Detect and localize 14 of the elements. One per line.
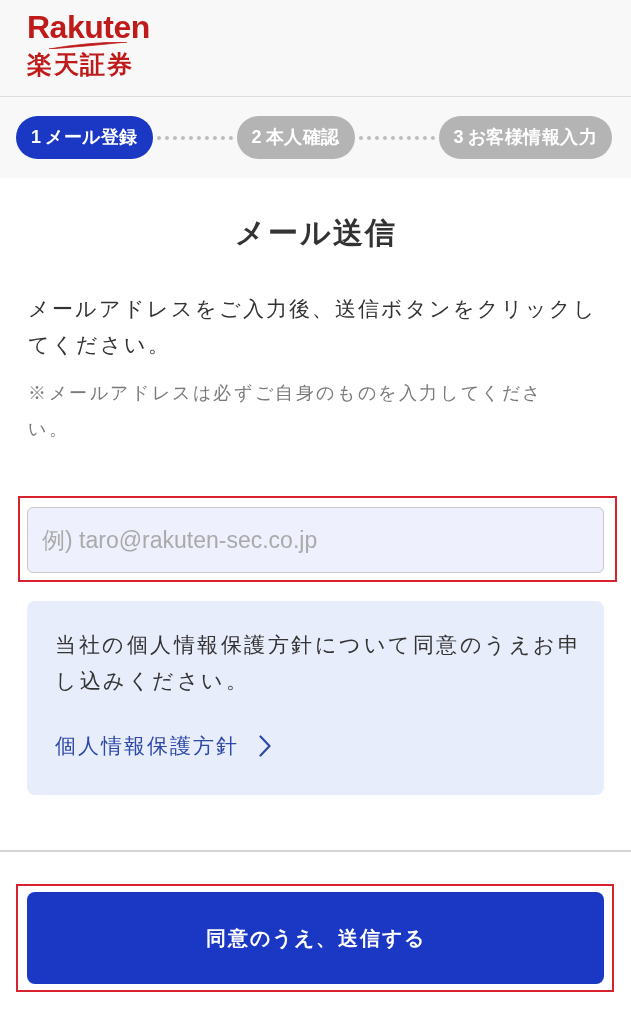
step-pill: 1 メール登録 [16,116,153,159]
submit-button[interactable]: 同意のうえ、送信する [27,892,604,984]
note-text: ※メールアドレスは必ずご自身のものを入力してください。 [28,382,544,441]
logo-subtitle: 楽天証券 [27,50,133,78]
consent-text: 当社の個人情報保護方針について同意のうえお申し込みください。 [55,632,582,694]
instructions-text: メールアドレスをご入力後、送信ボタンをクリックしてください。 [28,296,598,358]
email-field[interactable]: 例) taro@rakuten-sec.co.jp [27,507,604,573]
step-pill: 3 お客様情報入力 [438,116,612,159]
privacy-policy-link[interactable]: 個人情報保護方針 [55,728,271,764]
chevron-right-icon [259,735,271,757]
page-title: メール送信 [233,215,398,251]
logo-wordmark: Rakuten [27,10,150,44]
swoosh-icon [49,42,127,49]
step-pill: 2 本人確認 [236,116,355,159]
